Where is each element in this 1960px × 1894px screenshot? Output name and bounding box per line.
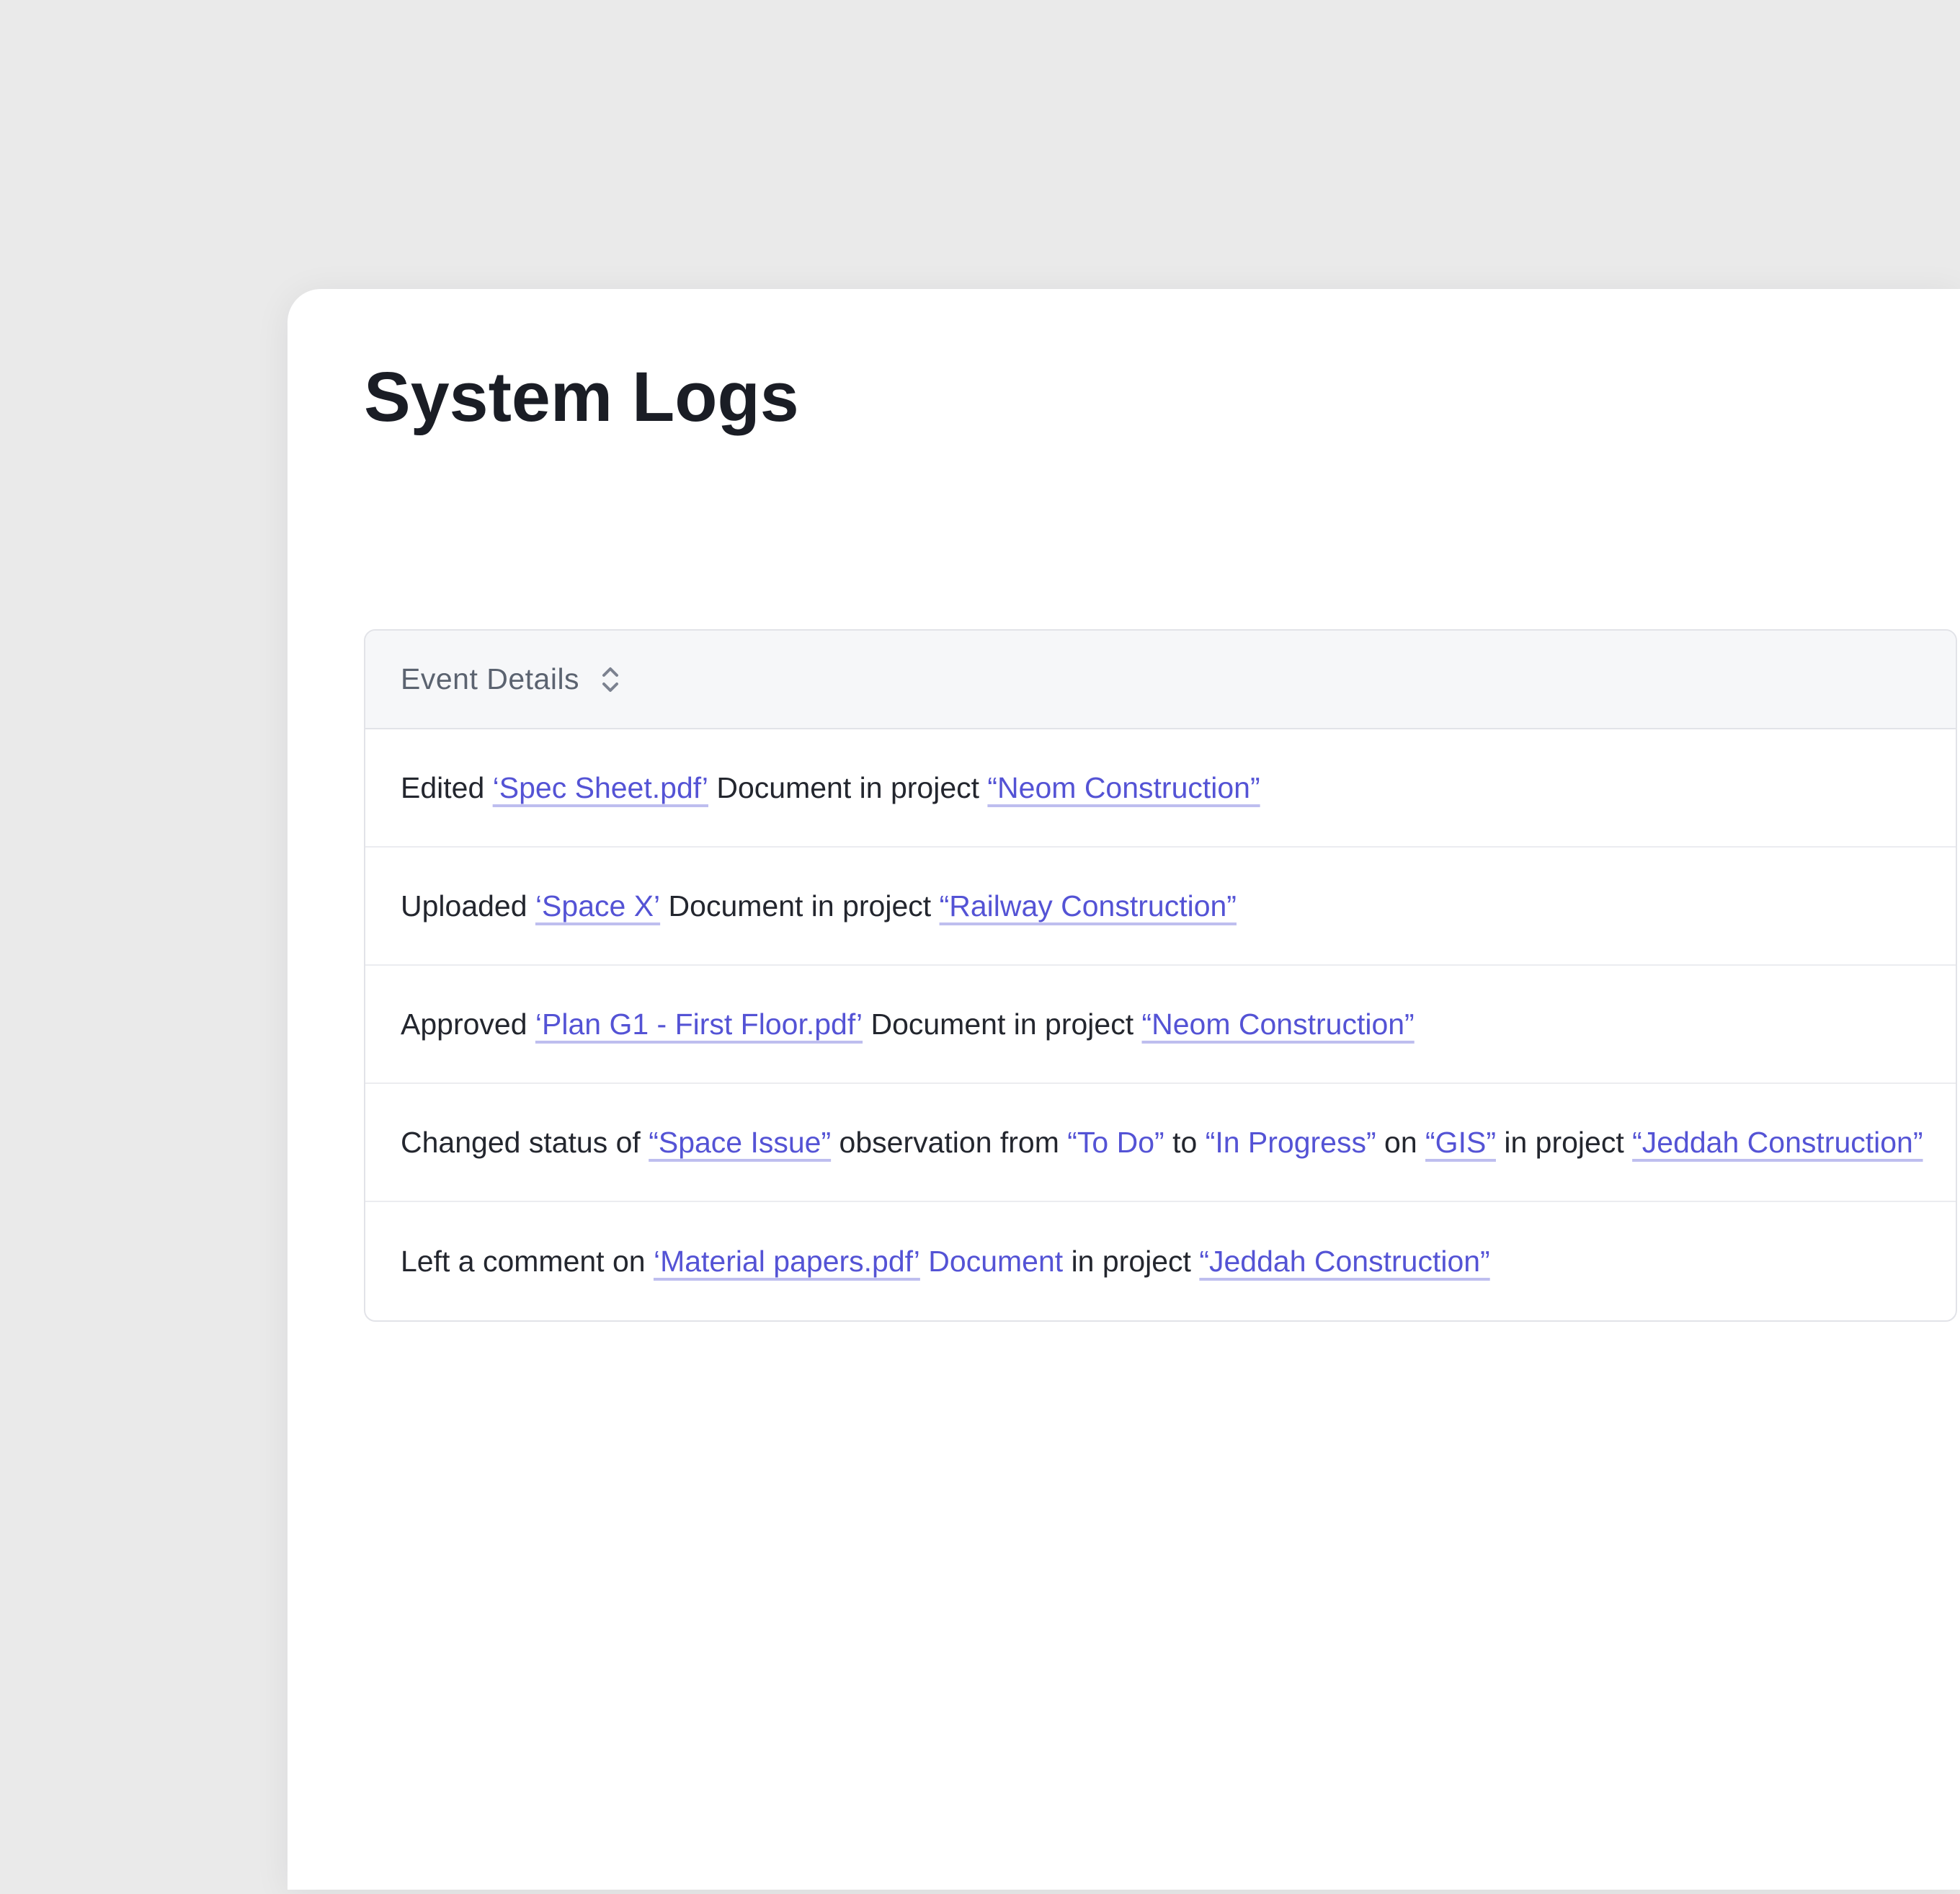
table-row: Edited ‘Spec Sheet.pdf’ Document in proj… [365, 729, 1956, 848]
event-text: Left a comment on [401, 1245, 654, 1279]
event-link[interactable]: “Jeddah Construction” [1632, 1126, 1923, 1160]
event-link[interactable]: ‘Spec Sheet.pdf’ [493, 771, 708, 805]
event-accent-text: Document [928, 1245, 1063, 1279]
event-accent-text: “To Do” [1067, 1126, 1164, 1160]
table-row: Approved ‘Plan G1 - First Floor.pdf’ Doc… [365, 966, 1956, 1084]
event-link[interactable]: ‘Plan G1 - First Floor.pdf’ [535, 1008, 863, 1041]
event-text: Document in project [708, 771, 987, 805]
event-link[interactable]: “Space Issue” [649, 1126, 831, 1160]
system-logs-table: Event Details Edited ‘Spec Sheet.pdf’ Do… [364, 629, 1957, 1322]
event-link[interactable]: ‘Space X’ [535, 889, 660, 923]
event-text: in project [1063, 1245, 1199, 1279]
page-title: System Logs [364, 360, 799, 435]
event-link[interactable]: ‘Material papers.pdf’ [654, 1245, 920, 1279]
event-text: Changed status of [401, 1126, 649, 1160]
app-background: System Logs Event Details Edited ‘Spec S… [0, 0, 1960, 1894]
sort-chevrons-icon[interactable] [599, 664, 622, 695]
log-table-body: Edited ‘Spec Sheet.pdf’ Document in proj… [365, 729, 1956, 1320]
column-header-event-details[interactable]: Event Details [365, 631, 1956, 729]
event-text: Document in project [863, 1008, 1141, 1041]
event-text: Approved [401, 1008, 535, 1041]
event-text: in project [1496, 1126, 1632, 1160]
event-link[interactable]: “Railway Construction” [940, 889, 1237, 923]
event-text: Document in project [660, 889, 939, 923]
event-link[interactable]: “Neom Construction” [1141, 1008, 1414, 1041]
table-row: Uploaded ‘Space X’ Document in project “… [365, 848, 1956, 966]
table-row: Changed status of “Space Issue” observat… [365, 1084, 1956, 1202]
system-logs-panel: System Logs Event Details Edited ‘Spec S… [288, 289, 1960, 1890]
event-text: observation from [831, 1126, 1067, 1160]
event-text: to [1164, 1126, 1206, 1160]
event-text: Edited [401, 771, 493, 805]
event-link[interactable]: “Jeddah Construction” [1199, 1245, 1489, 1279]
event-link[interactable]: “GIS” [1425, 1126, 1496, 1160]
event-accent-text: “In Progress” [1206, 1126, 1376, 1160]
table-row: Left a comment on ‘Material papers.pdf’ … [365, 1202, 1956, 1320]
event-link[interactable]: “Neom Construction” [987, 771, 1260, 805]
column-header-label: Event Details [401, 662, 579, 696]
event-text: on [1376, 1126, 1425, 1160]
event-text [920, 1245, 928, 1279]
event-text: Uploaded [401, 889, 535, 923]
